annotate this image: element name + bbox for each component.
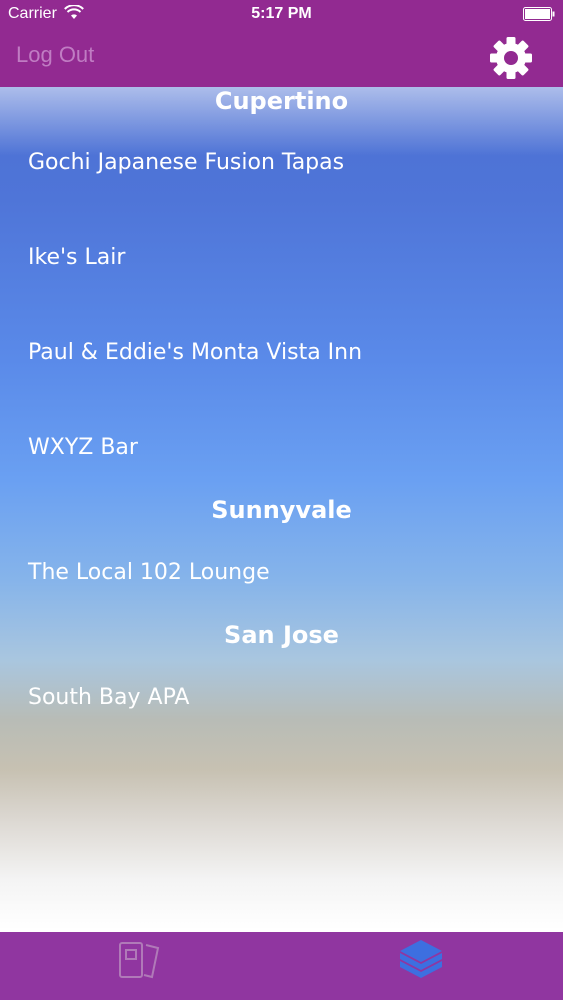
list-item[interactable]: Gochi Japanese Fusion Tapas — [28, 150, 548, 175]
tab-layers[interactable] — [281, 932, 562, 1000]
log-out-button[interactable]: Log Out — [16, 42, 94, 68]
section-header-sunnyvale: Sunnyvale — [211, 496, 352, 524]
navigation-bar: Log Out — [0, 30, 563, 87]
gear-icon[interactable] — [489, 36, 533, 80]
list-item[interactable]: WXYZ Bar — [28, 435, 548, 460]
section-header-san-jose: San Jose — [224, 621, 339, 649]
tab-bar — [0, 932, 563, 1000]
status-bar: Carrier 5:17 PM — [0, 0, 563, 30]
list-item[interactable]: The Local 102 Lounge — [28, 560, 548, 585]
list-item[interactable]: Paul & Eddie's Monta Vista Inn — [28, 340, 548, 365]
section-header-cupertino: Cupertino — [214, 87, 349, 115]
layers-icon — [400, 940, 442, 978]
cards-icon — [119, 942, 160, 979]
status-time: 5:17 PM — [251, 5, 312, 22]
tab-cards[interactable] — [0, 932, 281, 1000]
battery-icon — [523, 7, 555, 21]
list-item[interactable]: South Bay APA — [28, 685, 548, 710]
list-item[interactable]: Ike's Lair — [28, 245, 548, 270]
